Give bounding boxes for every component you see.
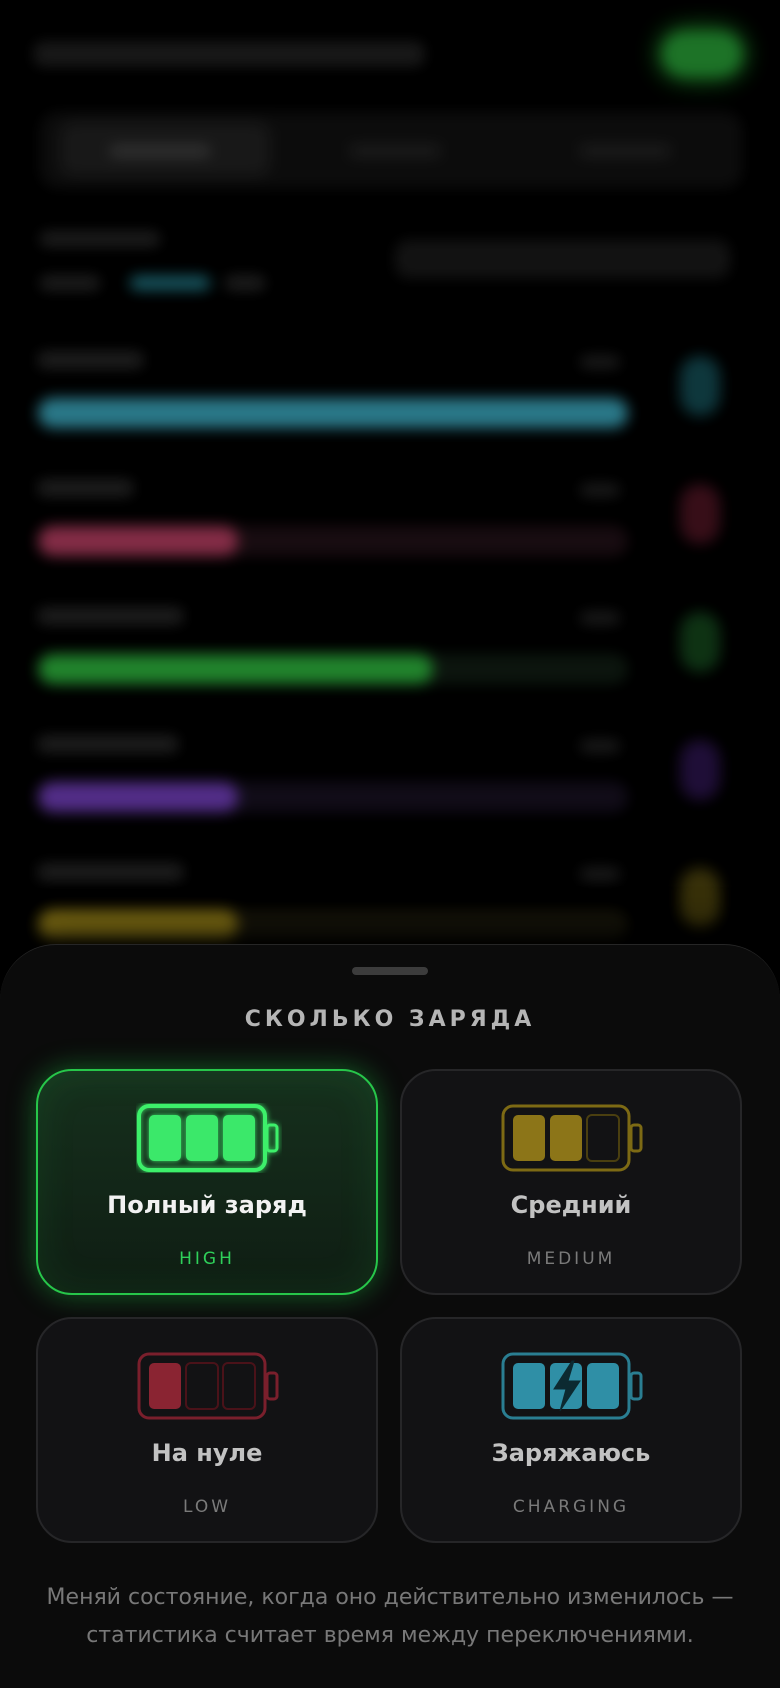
option-sublabel: MEDIUM bbox=[526, 1249, 616, 1269]
bg-row-fill bbox=[38, 910, 238, 940]
option-sublabel: LOW bbox=[182, 1497, 232, 1517]
option-label: Полный заряд bbox=[107, 1191, 307, 1219]
bg-row-fill bbox=[38, 526, 238, 556]
option-card-medium[interactable]: Средний MEDIUM bbox=[400, 1069, 742, 1295]
bg-row-label bbox=[38, 864, 183, 880]
battery-charging-icon bbox=[501, 1352, 643, 1420]
option-sublabel: CHARGING bbox=[512, 1497, 630, 1517]
bg-row-label bbox=[38, 736, 178, 752]
option-label: Средний bbox=[510, 1191, 632, 1219]
bg-row-orb bbox=[680, 484, 720, 544]
option-card-low[interactable]: На нуле LOW bbox=[36, 1317, 378, 1543]
battery-state-sheet: СКОЛЬКО ЗАРЯДА Полный заряд HIGH Средний… bbox=[0, 944, 780, 1688]
sheet-grabber-handle[interactable] bbox=[352, 967, 428, 975]
bg-row-orb bbox=[680, 740, 720, 800]
bg-caption bbox=[225, 276, 265, 290]
bg-header-pill bbox=[662, 32, 742, 76]
bg-segment-text bbox=[110, 146, 210, 156]
bg-row-value bbox=[580, 356, 620, 368]
option-label: На нуле bbox=[151, 1439, 263, 1467]
option-card-charging[interactable]: Заряжаюсь CHARGING bbox=[400, 1317, 742, 1543]
app-root: СКОЛЬКО ЗАРЯДА Полный заряд HIGH Средний… bbox=[0, 0, 780, 1688]
bg-row-orb bbox=[680, 356, 720, 416]
bg-row-orb bbox=[680, 868, 720, 928]
bg-row-value bbox=[580, 740, 620, 752]
bg-caption bbox=[40, 276, 100, 290]
bg-row-value bbox=[580, 612, 620, 624]
bg-row-fill bbox=[38, 782, 238, 812]
bg-header-title bbox=[34, 42, 424, 66]
bg-row-label bbox=[38, 352, 143, 368]
bg-row-orb bbox=[680, 612, 720, 672]
option-label: Заряжаюсь bbox=[491, 1439, 651, 1467]
bg-row-value bbox=[580, 484, 620, 496]
bg-row-label bbox=[38, 480, 133, 496]
bg-row-fill bbox=[38, 398, 628, 428]
bg-caption bbox=[40, 232, 160, 246]
option-sublabel: HIGH bbox=[179, 1249, 235, 1269]
bg-row-label bbox=[38, 608, 183, 624]
option-card-high[interactable]: Полный заряд HIGH bbox=[36, 1069, 378, 1295]
bg-row-value bbox=[580, 868, 620, 880]
bg-row-fill bbox=[38, 654, 433, 684]
bg-summary-box bbox=[395, 240, 730, 278]
sheet-footnote: Меняй состояние, когда оно действительно… bbox=[46, 1585, 734, 1648]
battery-medium-icon bbox=[501, 1104, 643, 1172]
bg-segment-text bbox=[580, 146, 670, 156]
battery-low-icon bbox=[137, 1352, 279, 1420]
sheet-title: СКОЛЬКО ЗАРЯДА bbox=[244, 1007, 536, 1032]
bg-segment-text bbox=[350, 146, 440, 156]
battery-full-icon bbox=[137, 1104, 279, 1172]
bg-caption-accent bbox=[130, 276, 210, 290]
